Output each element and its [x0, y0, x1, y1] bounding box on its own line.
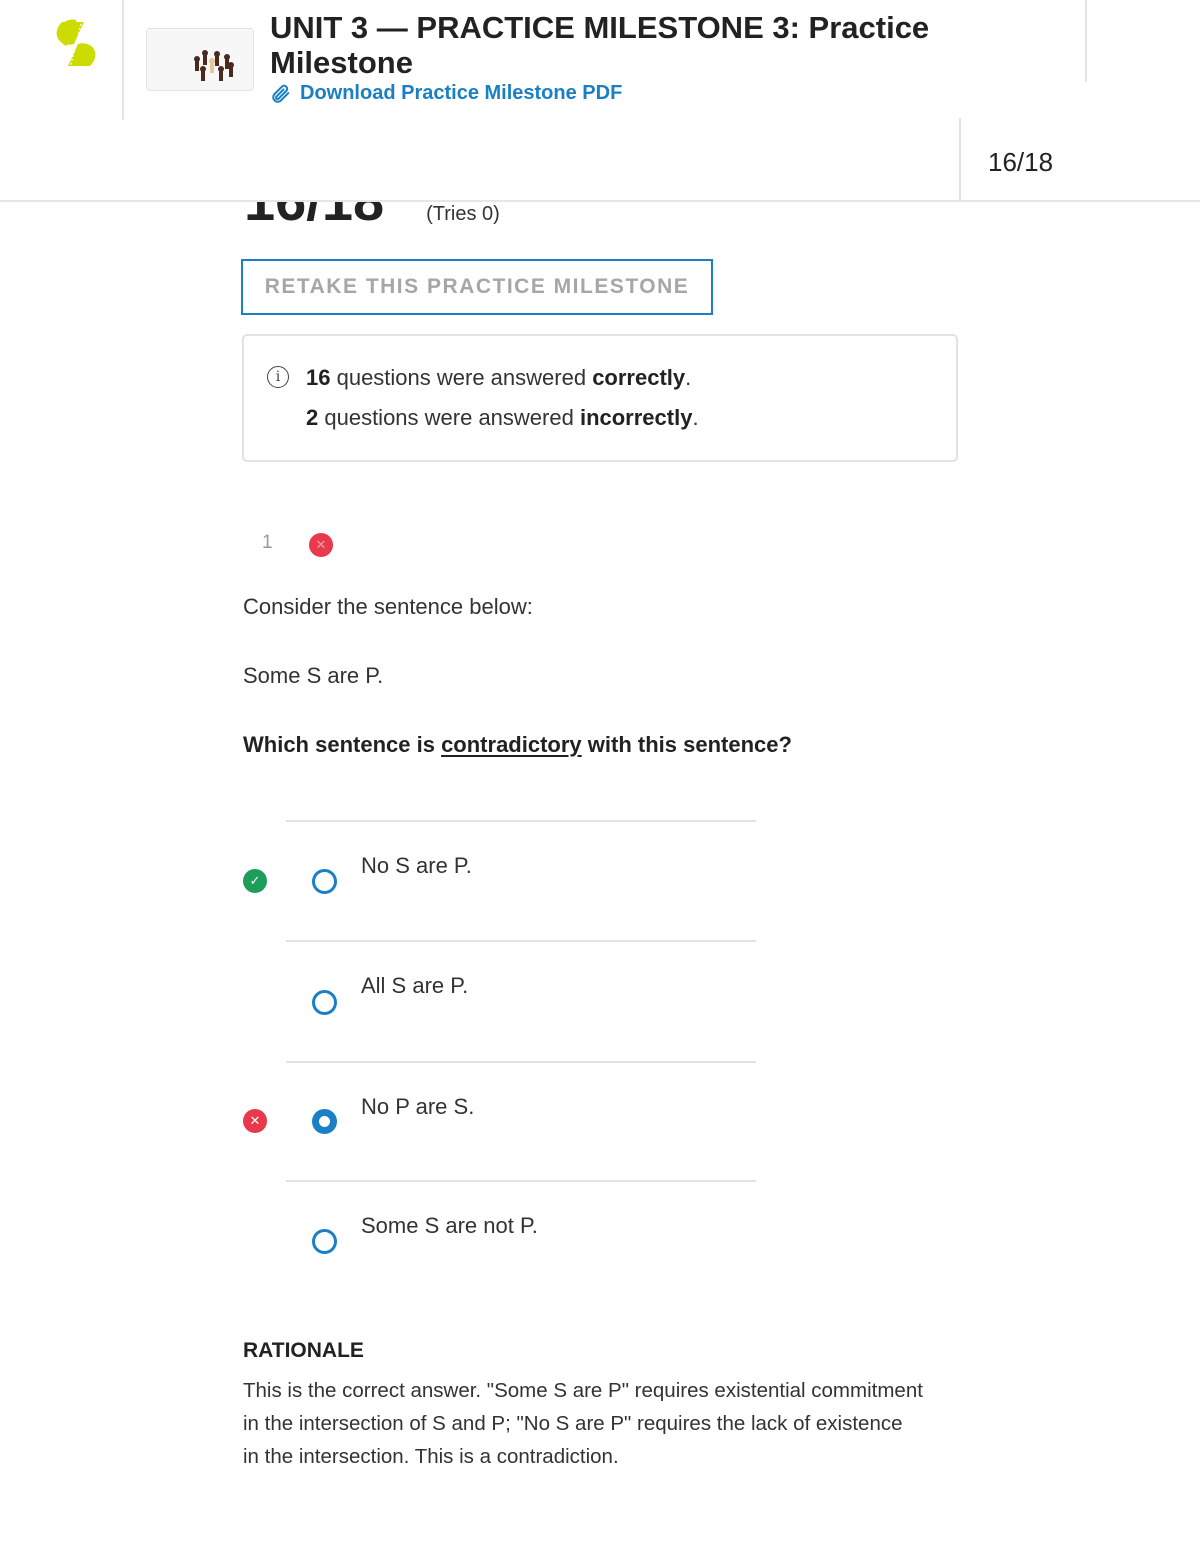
option-radio-selected[interactable]	[312, 1109, 337, 1134]
question-number: 1	[262, 532, 273, 553]
option-divider	[286, 1061, 756, 1063]
option-radio[interactable]	[312, 1229, 337, 1254]
download-pdf-link[interactable]: Download Practice Milestone PDF	[270, 82, 622, 105]
option-label[interactable]: Some S are not P.	[361, 1213, 538, 1239]
rationale-text: This is the correct answer. "Some S are …	[243, 1379, 923, 1468]
hidden-score-row: 16/18 (Tries 0)	[240, 202, 640, 232]
incorrect-summary: 2 questions were answered incorrectly.	[306, 405, 699, 430]
info-icon: i	[267, 366, 289, 388]
question-intro: Consider the sentence below:	[243, 594, 533, 619]
option-radio[interactable]	[312, 990, 337, 1015]
paperclip-icon	[272, 84, 290, 103]
score-divider	[959, 118, 961, 202]
sophia-logo[interactable]	[54, 18, 98, 70]
option-radio[interactable]	[312, 869, 337, 894]
incorrect-count: 2	[306, 405, 319, 430]
option-divider	[286, 1180, 756, 1182]
question-incorrect-icon: ✕	[309, 533, 333, 557]
correct-answer-check-icon: ✓	[243, 869, 267, 893]
big-score: 16/18	[244, 202, 384, 232]
option-divider	[286, 820, 756, 822]
correct-word: correctly	[592, 365, 686, 390]
rationale-heading: RATIONALE	[243, 1339, 364, 1362]
milestone-thumbnail	[146, 28, 254, 91]
results-summary-box	[242, 334, 958, 462]
question-prompt: Which sentence is contradictory with thi…	[243, 732, 792, 757]
chess-pieces-icon	[194, 50, 234, 81]
question-sentence: Some S are P.	[243, 663, 384, 688]
correct-count: 16	[306, 365, 331, 390]
option-label[interactable]: No S are P.	[361, 853, 472, 879]
logo-icon	[56, 19, 96, 69]
option-label[interactable]: No P are S.	[361, 1094, 474, 1120]
underlined-term: contradictory	[441, 732, 582, 757]
header-divider-right	[1085, 0, 1087, 82]
option-divider	[286, 940, 756, 942]
option-label[interactable]: All S are P.	[361, 973, 468, 999]
tries-label: (Tries 0)	[426, 203, 500, 225]
incorrect-answer-x-icon: ✕	[243, 1109, 267, 1133]
download-pdf-label: Download Practice Milestone PDF	[300, 82, 623, 104]
page-title: UNIT 3 — PRACTICE MILESTONE 3: Practice …	[270, 10, 930, 80]
incorrect-word: incorrectly	[579, 405, 693, 430]
header-divider	[122, 0, 124, 120]
retake-button[interactable]: RETAKE THIS PRACTICE MILESTONE	[241, 259, 713, 315]
score-display: 16/18	[988, 147, 1054, 177]
correct-summary: 16 questions were answered correctly.	[306, 365, 692, 390]
